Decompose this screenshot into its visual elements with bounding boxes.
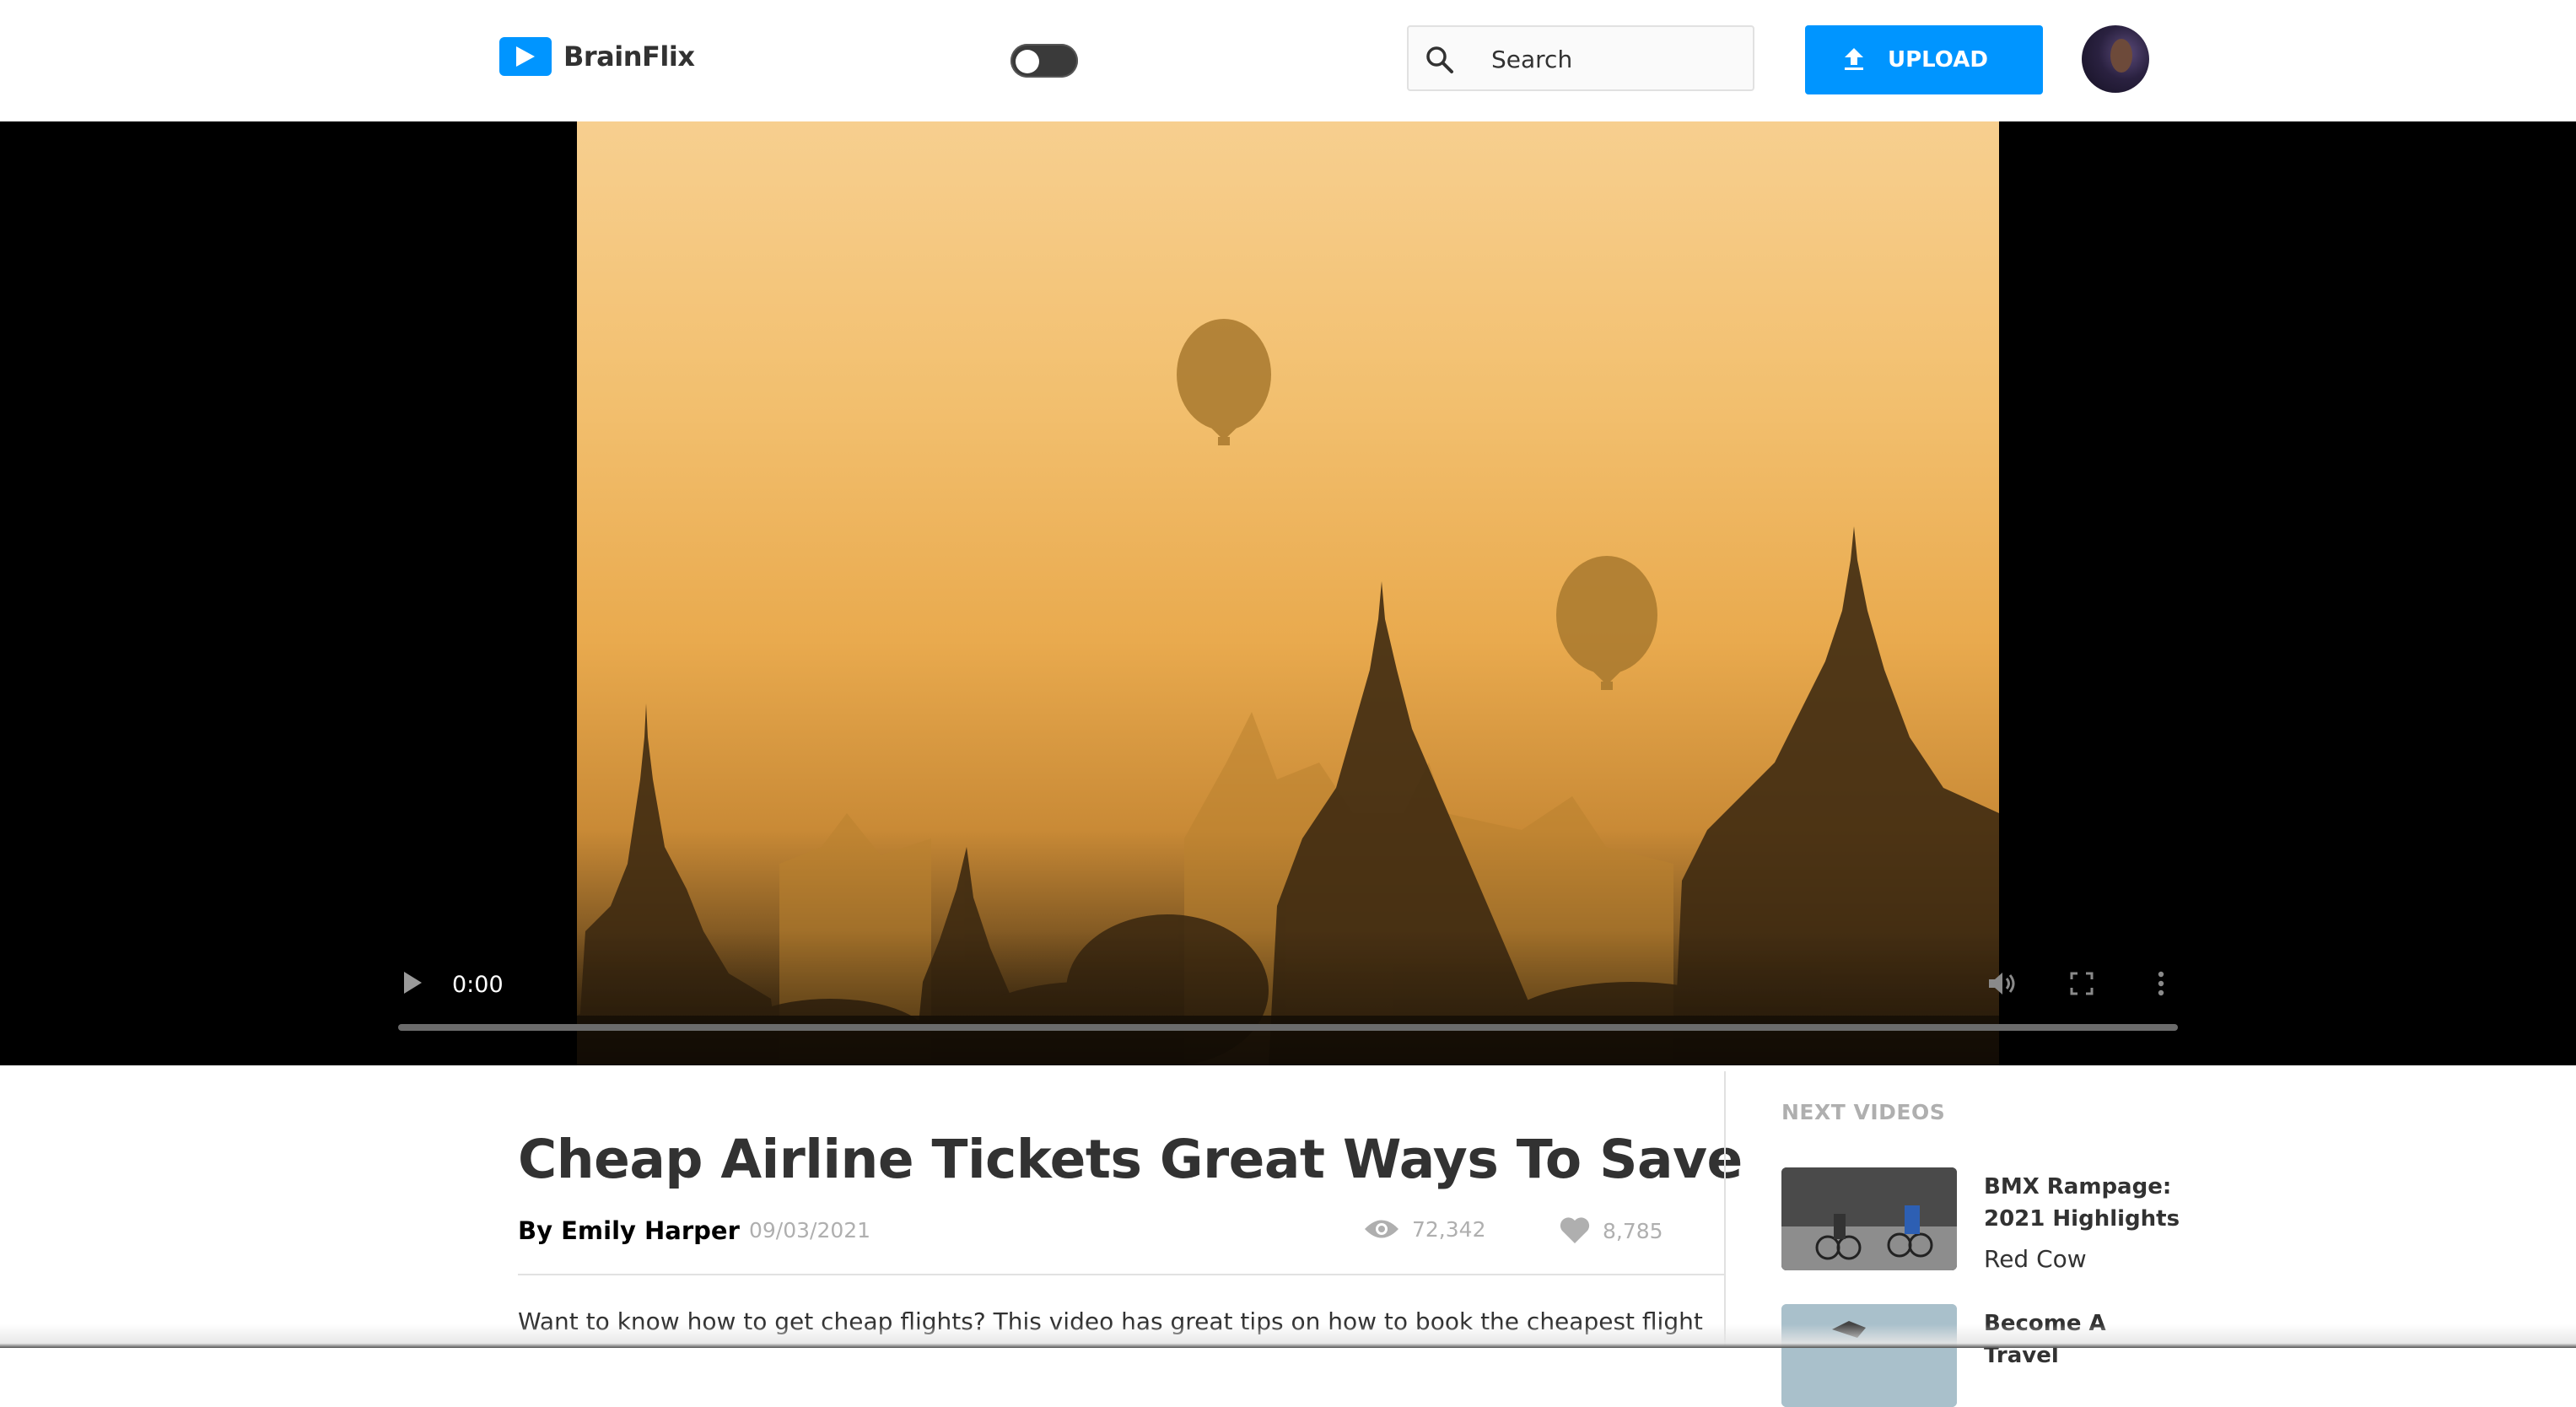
next-videos-heading: NEXT VIDEOS (1781, 1100, 1946, 1124)
window-bottom-edge (0, 1324, 2576, 1348)
progress-bar[interactable] (398, 1024, 2178, 1031)
bmx-thumbnail-image (1781, 1167, 1957, 1270)
logo-text: BrainFlix (563, 40, 695, 73)
theme-toggle[interactable] (1010, 44, 1078, 78)
more-options-icon[interactable] (2156, 970, 2166, 1000)
upload-icon (1842, 46, 1866, 78)
likes-value: 8,785 (1603, 1218, 1663, 1243)
video-player[interactable]: 0:00 (0, 121, 2576, 1065)
video-author: By Emily Harper (518, 1216, 740, 1245)
video-title: Cheap Airline Tickets Great Ways To Save (518, 1129, 1743, 1190)
fullscreen-icon[interactable] (2070, 972, 2094, 999)
controls-overlay (0, 930, 2576, 1065)
search-icon (1424, 44, 1456, 79)
views-count: 72,342 (1363, 1216, 1485, 1242)
search-input[interactable] (1490, 40, 1738, 78)
sidebar-divider (1724, 1071, 1726, 1348)
views-value: 72,342 (1412, 1216, 1486, 1242)
search-bar[interactable] (1407, 25, 1754, 91)
upload-label: UPLOAD (1888, 47, 1988, 73)
current-time: 0:00 (452, 972, 504, 998)
video-meta: By Emily Harper 09/03/2021 72,342 8,785 (518, 1216, 1726, 1250)
avatar-face (2110, 39, 2132, 73)
temples-balloons-scene (577, 319, 1999, 1065)
travel-thumbnail-image (1781, 1304, 1957, 1407)
heart-icon (1560, 1217, 1590, 1243)
toggle-knob (1016, 50, 1039, 73)
upload-button[interactable]: UPLOAD (1805, 25, 2043, 94)
meta-divider (518, 1274, 1726, 1275)
video-date: 09/03/2021 (749, 1218, 871, 1243)
play-icon[interactable] (401, 970, 423, 999)
play-logo-icon (499, 37, 552, 76)
volume-icon[interactable] (1987, 970, 2018, 1000)
brainflix-logo[interactable]: BrainFlix (499, 37, 695, 76)
site-header: BrainFlix UPLOAD (0, 0, 2576, 121)
eye-icon (1365, 1220, 1398, 1238)
user-avatar[interactable] (2082, 25, 2149, 93)
next-video-channel: Red Cow (1984, 1245, 2087, 1273)
video-frame (577, 121, 1999, 1065)
next-video-thumbnail[interactable] (1781, 1167, 1957, 1270)
next-video-title[interactable]: BMX Rampage: 2021 Highlights (1984, 1171, 2186, 1235)
likes-count[interactable]: 8,785 (1559, 1216, 1663, 1245)
next-video-thumbnail[interactable] (1781, 1304, 1957, 1407)
